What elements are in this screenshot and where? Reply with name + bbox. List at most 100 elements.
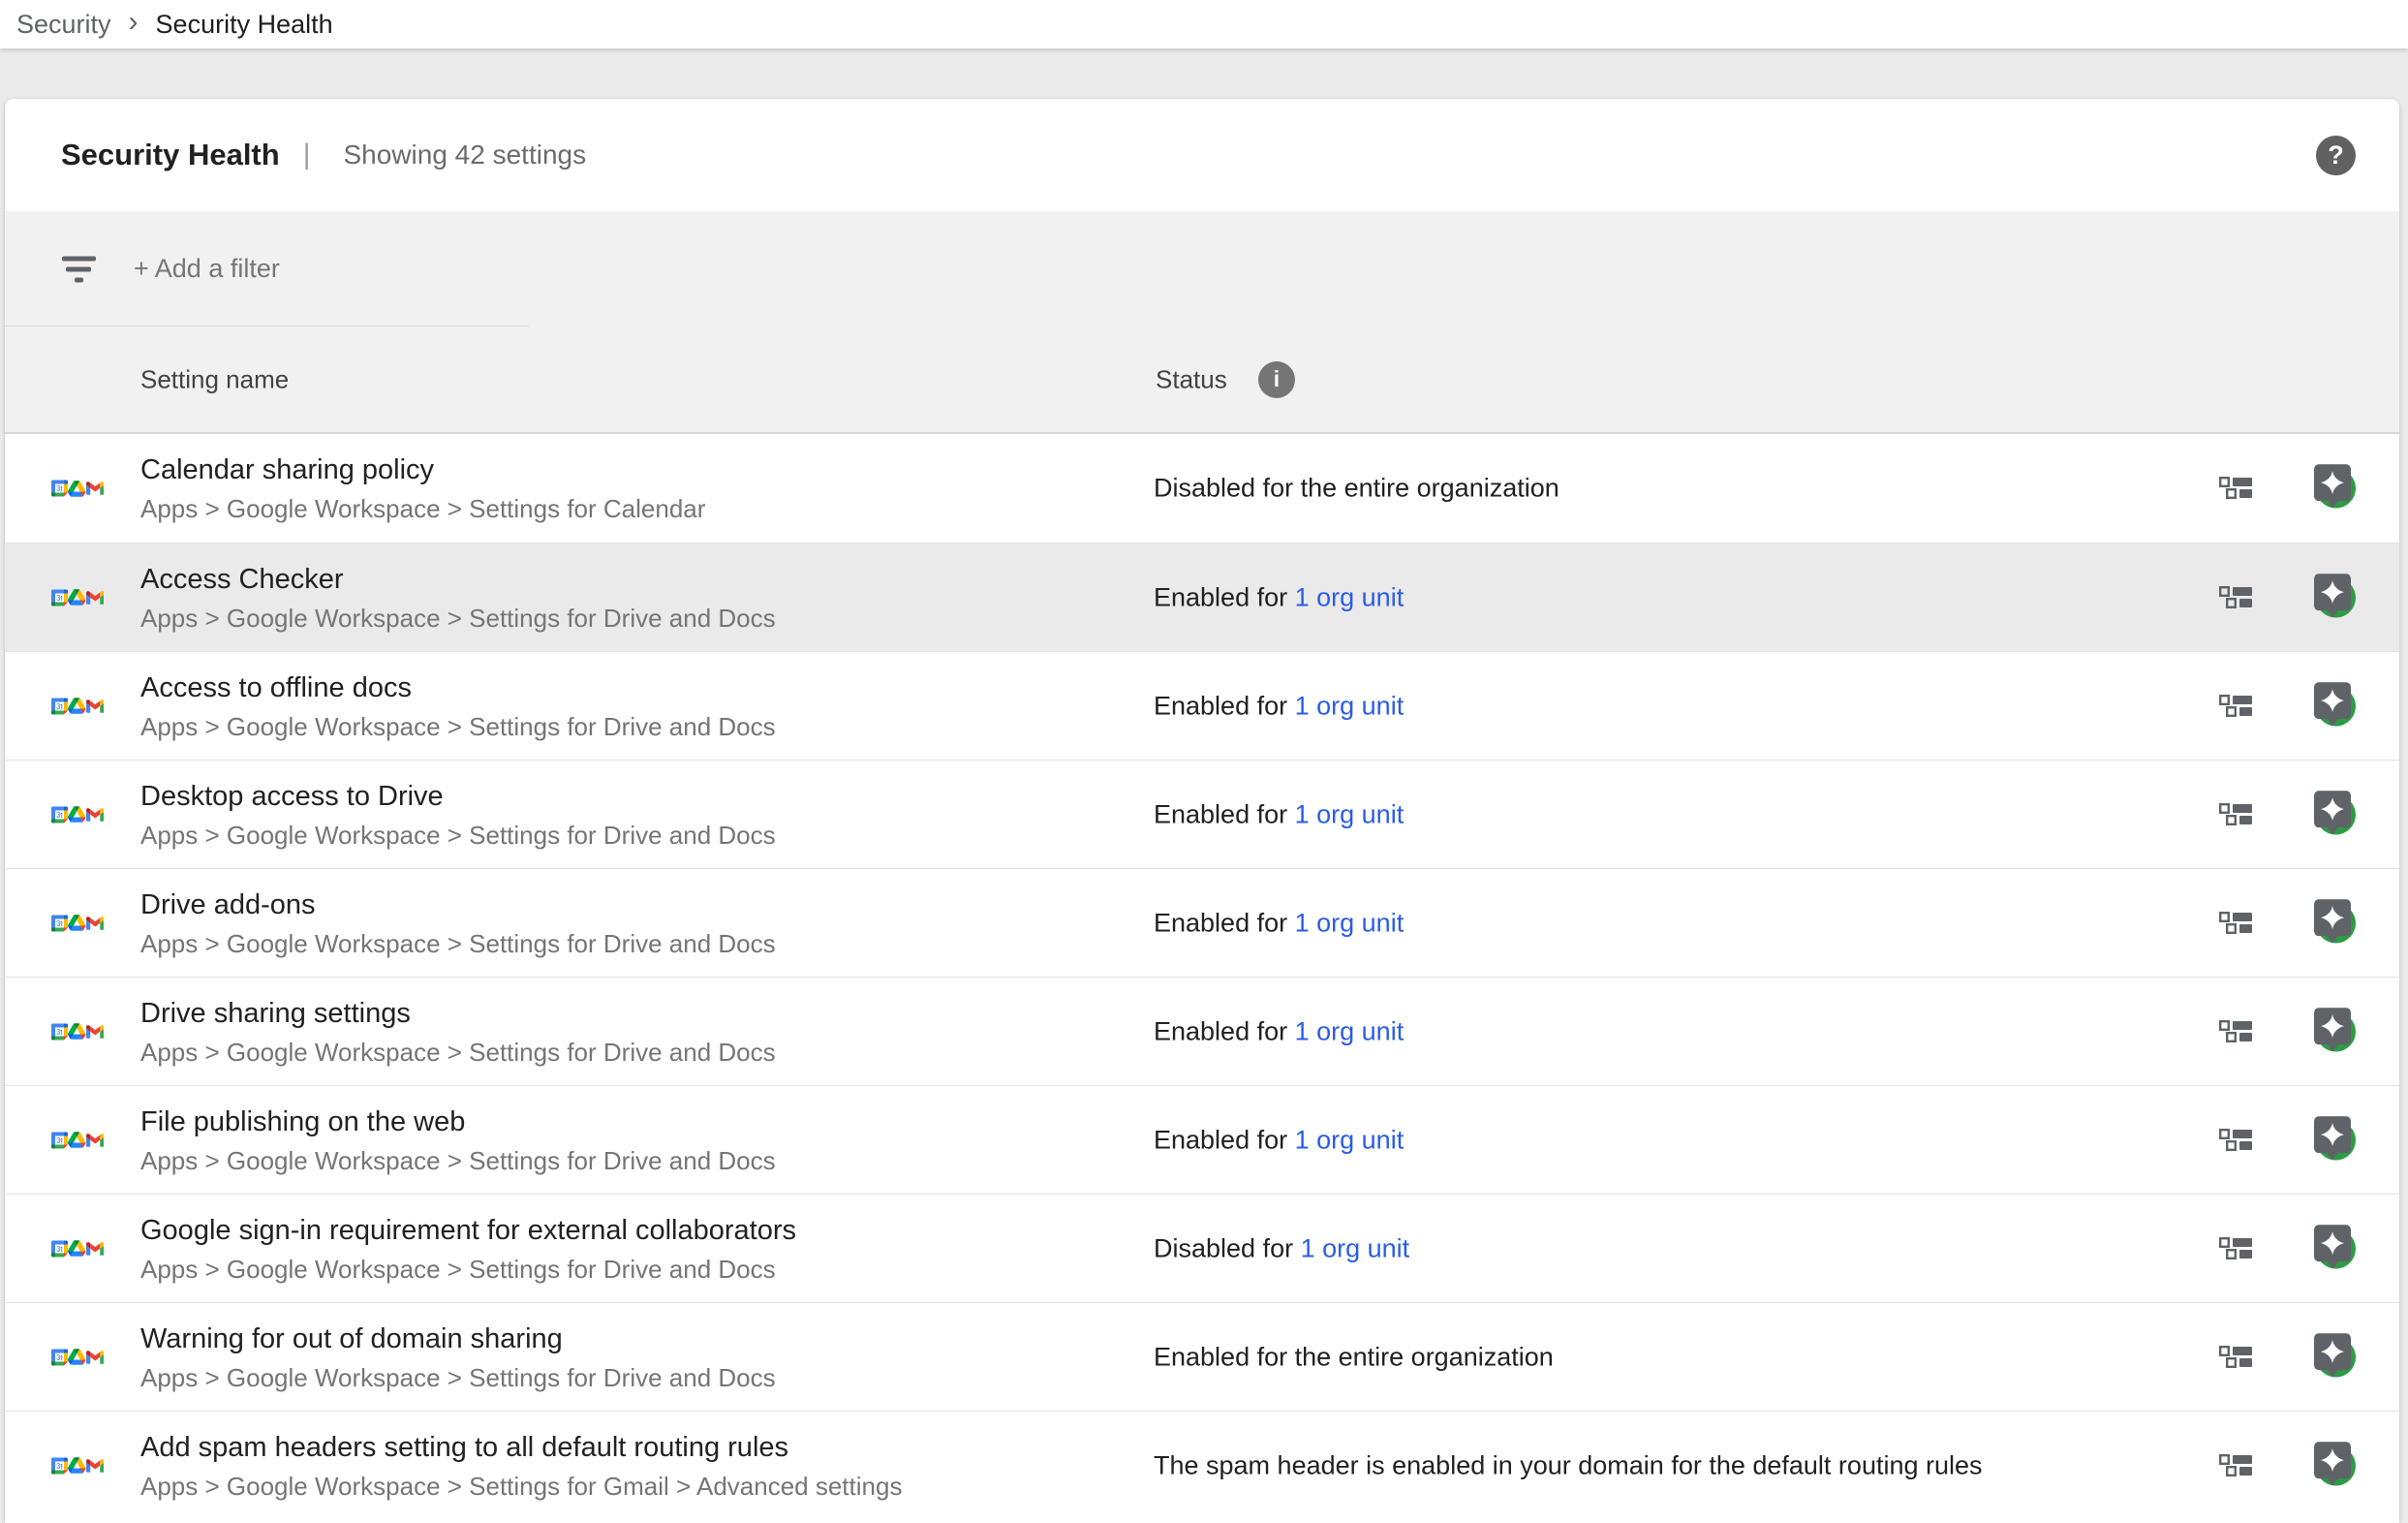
status-info-icon[interactable]: i	[1258, 361, 1295, 398]
card-header: Security Health | Showing 42 settings ?	[5, 99, 2399, 211]
table-row[interactable]: Calendar sharing policy Apps > Google Wo…	[5, 434, 2399, 543]
table-row[interactable]: Add spam headers setting to all default …	[5, 1411, 2399, 1519]
app-icon-box	[51, 1010, 104, 1054]
table-row[interactable]: Warning for out of domain sharing Apps >…	[5, 1302, 2399, 1411]
recommendation-badge[interactable]	[2311, 1225, 2354, 1269]
org-unit-link[interactable]: 1 org unit	[1295, 582, 1405, 611]
org-unit-link[interactable]: 1 org unit	[1295, 1016, 1405, 1045]
filter-list-icon	[61, 256, 96, 282]
setting-status: Enabled for 1 org unit	[1154, 908, 1404, 938]
calendar-app-icon	[51, 575, 68, 620]
setting-status: Enabled for the entire organization	[1154, 1342, 1554, 1372]
org-unit-link[interactable]: 1 org unit	[1301, 1233, 1410, 1262]
gmail-app-icon	[86, 1447, 105, 1484]
setting-title: Warning for out of domain sharing	[140, 1319, 776, 1359]
org-unit-override-icon	[2219, 803, 2252, 826]
recommendation-badge[interactable]	[2311, 1333, 2354, 1378]
setting-title: File publishing on the web	[140, 1102, 776, 1142]
app-icon-box	[51, 1227, 104, 1271]
calendar-app-icon	[51, 1010, 68, 1054]
recommendation-badge[interactable]	[2311, 464, 2354, 509]
recommendation-badge[interactable]	[2311, 682, 2354, 727]
table-row[interactable]: Access to offline docs Apps > Google Wor…	[5, 651, 2399, 760]
gmail-app-icon	[86, 1122, 105, 1159]
setting-status: Disabled for 1 org unit	[1154, 1233, 1409, 1263]
column-setting-name: Setting name	[140, 364, 289, 394]
status-text: Enabled for	[1154, 582, 1287, 611]
table-row[interactable]: Google sign-in requirement for external …	[5, 1194, 2399, 1302]
setting-title: Add spam headers setting to all default …	[140, 1427, 902, 1468]
setting-text: Drive add-ons Apps > Google Workspace > …	[140, 885, 776, 962]
gmail-app-icon	[86, 579, 105, 616]
breadcrumb: Security › Security Health	[0, 0, 2408, 48]
add-filter-button[interactable]: + Add a filter	[134, 254, 280, 284]
org-unit-override-icon	[2219, 1454, 2252, 1477]
org-unit-link[interactable]: 1 org unit	[1295, 908, 1405, 937]
recommendation-badge[interactable]	[2311, 899, 2354, 944]
org-unit-override-icon	[2219, 912, 2252, 935]
settings-rows: Calendar sharing policy Apps > Google Wo…	[5, 434, 2399, 1519]
org-unit-link[interactable]: 1 org unit	[1295, 1125, 1405, 1154]
table-header: Setting name Status i	[5, 326, 2399, 434]
status-text: Enabled for	[1154, 908, 1287, 937]
setting-title: Drive add-ons	[140, 885, 776, 925]
org-unit-override-icon	[2219, 695, 2252, 718]
setting-title: Drive sharing settings	[140, 993, 776, 1034]
drive-app-icon	[68, 467, 86, 511]
drive-app-icon	[68, 1118, 86, 1162]
app-icon-box	[51, 1118, 104, 1163]
setting-title: Google sign-in requirement for external …	[140, 1210, 796, 1251]
drive-app-icon	[68, 575, 86, 619]
drive-app-icon	[68, 684, 86, 728]
status-text: Enabled for	[1154, 1016, 1287, 1045]
recommendation-badge[interactable]	[2311, 574, 2354, 618]
table-row[interactable]: Desktop access to Drive Apps > Google Wo…	[5, 760, 2399, 868]
setting-status: Enabled for 1 org unit	[1154, 691, 1404, 721]
setting-status: Enabled for 1 org unit	[1154, 799, 1404, 829]
setting-path: Apps > Google Workspace > Settings for D…	[140, 1034, 776, 1071]
table-row[interactable]: File publishing on the web Apps > Google…	[5, 1085, 2399, 1194]
setting-path: Apps > Google Workspace > Settings for D…	[140, 600, 776, 637]
setting-status: Enabled for 1 org unit	[1154, 1016, 1404, 1046]
setting-path: Apps > Google Workspace > Settings for D…	[140, 817, 776, 854]
gmail-app-icon	[86, 1230, 105, 1267]
setting-status: The spam header is enabled in your domai…	[1154, 1450, 1983, 1480]
table-row[interactable]: Drive add-ons Apps > Google Workspace > …	[5, 868, 2399, 977]
setting-path: Apps > Google Workspace > Settings for D…	[140, 1142, 776, 1179]
table-row[interactable]: Access Checker Apps > Google Workspace >…	[5, 543, 2399, 651]
table-row[interactable]: Drive sharing settings Apps > Google Wor…	[5, 977, 2399, 1085]
setting-path: Apps > Google Workspace > Settings for D…	[140, 1251, 796, 1288]
drive-app-icon	[68, 901, 86, 945]
gmail-app-icon	[86, 688, 105, 725]
org-unit-override-icon	[2219, 1237, 2252, 1260]
drive-app-icon	[68, 1227, 86, 1270]
setting-path: Apps > Google Workspace > Settings for D…	[140, 925, 776, 962]
settings-count: Showing 42 settings	[344, 140, 587, 171]
setting-text: File publishing on the web Apps > Google…	[140, 1102, 776, 1179]
setting-text: Add spam headers setting to all default …	[140, 1427, 902, 1505]
recommendation-badge[interactable]	[2311, 1442, 2354, 1486]
status-text: Disabled for the entire organization	[1154, 474, 1559, 503]
help-icon[interactable]: ?	[2316, 136, 2356, 175]
breadcrumb-parent-link[interactable]: Security	[16, 10, 111, 40]
filter-bar: + Add a filter	[5, 211, 2399, 326]
calendar-app-icon	[51, 901, 68, 946]
setting-path: Apps > Google Workspace > Settings for D…	[140, 1359, 776, 1396]
app-icon-box	[51, 1335, 104, 1380]
org-unit-override-icon	[2219, 1346, 2252, 1369]
org-unit-link[interactable]: 1 org unit	[1295, 799, 1405, 828]
breadcrumb-current: Security Health	[156, 10, 333, 40]
calendar-app-icon	[51, 1335, 68, 1380]
setting-text: Google sign-in requirement for external …	[140, 1210, 796, 1288]
org-unit-link[interactable]: 1 org unit	[1295, 691, 1405, 720]
app-icon-box	[51, 901, 104, 946]
setting-status: Enabled for 1 org unit	[1154, 582, 1404, 612]
recommendation-badge[interactable]	[2311, 1008, 2354, 1052]
setting-title: Desktop access to Drive	[140, 776, 776, 817]
recommendation-badge[interactable]	[2311, 1116, 2354, 1161]
org-unit-override-icon	[2219, 477, 2252, 500]
column-status: Status	[1156, 364, 1227, 394]
status-text: Enabled for the entire organization	[1154, 1342, 1554, 1371]
org-unit-override-icon	[2219, 586, 2252, 609]
recommendation-badge[interactable]	[2311, 791, 2354, 835]
